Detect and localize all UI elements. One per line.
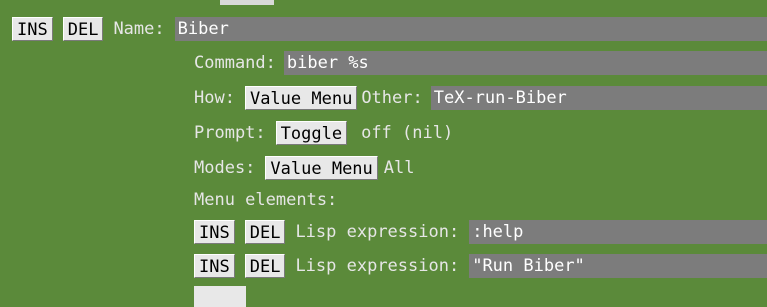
prompt-value: off (nil) <box>361 123 454 143</box>
del-button[interactable]: DEL <box>244 254 286 278</box>
del-button[interactable]: DEL <box>244 220 286 244</box>
menu-element-row: INS DEL Lisp expression: "Run Biber" <box>194 253 767 279</box>
del-button[interactable]: DEL <box>62 17 104 41</box>
menu-elements-row: Menu elements: <box>194 187 767 213</box>
prompt-row: Prompt: Toggle off (nil) <box>194 120 767 146</box>
command-row: Command: biber %s <box>194 50 767 76</box>
menu-elements-label: Menu elements: <box>194 190 338 210</box>
lisp-expression-field[interactable]: "Run Biber" <box>469 254 767 278</box>
modes-row: Modes: Value Menu All <box>194 155 767 181</box>
how-label: How: <box>194 88 235 108</box>
lisp-expression-label: Lisp expression: <box>295 256 460 276</box>
ins-button[interactable]: INS <box>194 220 235 244</box>
name-row: INS DEL Name: Biber <box>12 16 767 42</box>
other-label: Other: <box>361 88 423 108</box>
name-label: Name: <box>113 19 165 39</box>
prompt-label: Prompt: <box>194 123 266 143</box>
scroll-stub <box>220 0 274 5</box>
next-ins-button-stub <box>194 286 246 307</box>
how-value-menu-button[interactable]: Value Menu <box>244 86 358 110</box>
ins-button[interactable]: INS <box>194 254 235 278</box>
modes-value-menu-button[interactable]: Value Menu <box>265 156 378 180</box>
menu-element-row: INS DEL Lisp expression: :help <box>194 219 767 245</box>
command-field[interactable]: biber %s <box>283 51 767 75</box>
prompt-toggle-button[interactable]: Toggle <box>275 121 348 145</box>
modes-value: All <box>383 158 415 178</box>
how-row: How: Value Menu Other: TeX-run-Biber <box>194 85 767 111</box>
command-label: Command: <box>194 53 276 73</box>
ins-button[interactable]: INS <box>12 17 53 41</box>
other-field[interactable]: TeX-run-Biber <box>430 86 767 110</box>
modes-label: Modes: <box>194 158 256 178</box>
lisp-expression-field[interactable]: :help <box>469 220 767 244</box>
name-field[interactable]: Biber <box>174 17 767 41</box>
lisp-expression-label: Lisp expression: <box>295 222 460 242</box>
